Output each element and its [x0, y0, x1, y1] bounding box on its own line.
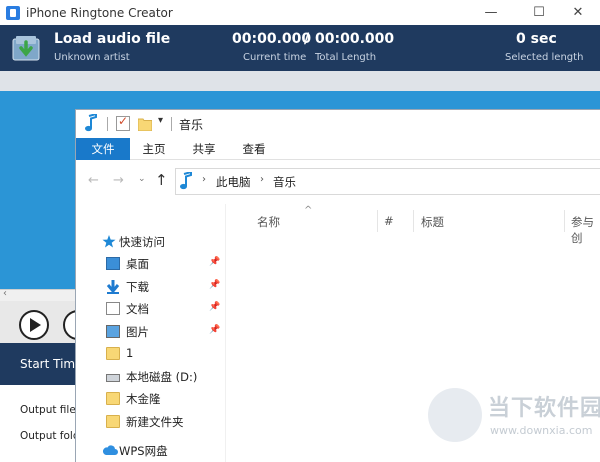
column-divider[interactable]: [564, 210, 565, 232]
app-icon: [6, 5, 20, 20]
load-audio-button[interactable]: Load audio file: [54, 31, 170, 47]
column-divider[interactable]: [377, 210, 378, 232]
minimize-button[interactable]: —: [468, 0, 514, 25]
explorer-titlebar: ▾ 音乐: [76, 110, 600, 138]
breadcrumb-chevron-icon[interactable]: ›: [202, 174, 206, 185]
watermark: 当下软件园 www.downxia.com: [424, 380, 600, 450]
tree-item-new-folder[interactable]: 新建文件夹: [76, 412, 226, 432]
folder-icon: [106, 392, 120, 405]
navigation-pane: 快速访问 桌面 📌 下载 📌 文档 📌 图片 📌 1 本地磁盘 (D:) 木金隆…: [76, 204, 226, 462]
document-icon: [106, 302, 120, 315]
pin-icon[interactable]: 📌: [209, 280, 220, 290]
tree-item-documents[interactable]: 文档 📌: [76, 299, 226, 319]
tree-item-local-disk-d[interactable]: 本地磁盘 (D:): [76, 367, 226, 387]
tree-item-label: WPS网盘: [119, 444, 168, 458]
tab-file[interactable]: 文件: [76, 138, 130, 160]
address-bar[interactable]: › 此电脑 › 音乐: [175, 168, 600, 195]
ribbon-tabs: 文件 主页 共享 查看: [76, 138, 600, 160]
selected-length-label: Selected length: [505, 52, 584, 63]
watermark-text: 当下软件园: [488, 396, 600, 421]
tree-item-label: 木金隆: [126, 392, 161, 406]
column-header-number[interactable]: #: [384, 214, 394, 234]
download-icon: [106, 280, 120, 294]
star-icon: [102, 235, 116, 248]
drive-icon: [106, 374, 120, 382]
tree-item-label: 本地磁盘 (D:): [126, 370, 198, 384]
total-length-label: Total Length: [315, 52, 377, 63]
breadcrumb-music[interactable]: 音乐: [273, 174, 296, 190]
start-time-label: Start Time: [20, 357, 83, 371]
app-header: Load audio file Unknown artist 00:00.000…: [0, 25, 600, 71]
selected-length-value: 0 sec: [516, 31, 557, 47]
total-length-value: 00:00.000: [315, 31, 395, 47]
artist-label: Unknown artist: [54, 52, 130, 63]
customize-toolbar-icon[interactable]: ▾: [158, 115, 163, 126]
recent-locations-icon[interactable]: ⌄: [138, 174, 146, 184]
explorer-title: 音乐: [179, 118, 204, 132]
tree-item-label: 新建文件夹: [126, 415, 184, 429]
breadcrumb-chevron-icon[interactable]: ›: [260, 174, 264, 185]
column-header-name[interactable]: 名称: [257, 214, 280, 234]
up-arrow-icon[interactable]: ↑: [155, 171, 168, 189]
player-controls: [0, 301, 93, 343]
breadcrumb-this-pc[interactable]: 此电脑: [216, 174, 251, 190]
load-audio-icon[interactable]: [12, 34, 42, 62]
forward-arrow-icon[interactable]: →: [113, 173, 124, 188]
folder-icon: [106, 415, 120, 428]
watermark-url: www.downxia.com: [490, 424, 593, 437]
tree-item-label: 快速访问: [119, 235, 165, 249]
music-note-icon: [179, 170, 193, 193]
app-titlebar: iPhone Ringtone Creator — ☐ ✕: [0, 0, 600, 25]
new-folder-icon[interactable]: [137, 117, 153, 134]
folder-icon: [106, 347, 120, 360]
back-arrow-icon[interactable]: ←: [88, 173, 99, 188]
pin-icon[interactable]: 📌: [209, 257, 220, 267]
tree-item-wps-cloud[interactable]: WPS网盘: [76, 441, 226, 461]
tree-item-desktop[interactable]: 桌面 📌: [76, 254, 226, 274]
music-note-icon: [84, 112, 98, 135]
sort-ascending-icon: ^: [304, 205, 313, 216]
column-header-artist[interactable]: 参与创: [571, 214, 600, 245]
current-time-label: Current time: [243, 52, 307, 63]
app-title: iPhone Ringtone Creator: [26, 5, 173, 20]
tree-item-label: 下载: [126, 280, 149, 294]
tree-item-quick-access[interactable]: 快速访问: [76, 232, 226, 252]
play-button[interactable]: [19, 310, 49, 340]
tree-item-label: 1: [126, 346, 134, 360]
tab-view[interactable]: 查看: [236, 138, 272, 160]
tree-item-pictures[interactable]: 图片 📌: [76, 322, 226, 342]
tree-item-label: 文档: [126, 302, 149, 316]
time-separator: /: [304, 31, 310, 47]
start-time-bar: Start Time: [0, 343, 83, 385]
title-divider: [171, 117, 172, 131]
tab-share[interactable]: 共享: [186, 138, 222, 160]
close-button[interactable]: ✕: [555, 0, 600, 25]
tree-item-label: 桌面: [126, 257, 149, 271]
current-time-value: 00:00.000: [232, 31, 312, 47]
picture-icon: [106, 325, 120, 338]
navigation-bar: ← → ⌄ ↑ › 此电脑 › 音乐: [76, 160, 600, 204]
column-divider[interactable]: [413, 210, 414, 232]
tree-item-downloads[interactable]: 下载 📌: [76, 277, 226, 297]
column-header-title[interactable]: 标题: [421, 214, 444, 234]
properties-icon[interactable]: [116, 114, 130, 131]
tree-item-mujinlong[interactable]: 木金隆: [76, 389, 226, 409]
waveform-scrollbar[interactable]: ‹: [0, 288, 80, 301]
quick-access-divider: [107, 117, 108, 131]
tab-home[interactable]: 主页: [136, 138, 172, 160]
tree-item-label: 图片: [126, 325, 149, 339]
cloud-icon: [102, 444, 118, 457]
scroll-left-icon[interactable]: ‹: [3, 288, 7, 299]
pin-icon[interactable]: 📌: [209, 325, 220, 335]
tree-item-folder-1[interactable]: 1: [76, 344, 226, 364]
pin-icon[interactable]: 📌: [209, 302, 220, 312]
desktop-icon: [106, 257, 120, 270]
watermark-logo-icon: [428, 388, 482, 442]
